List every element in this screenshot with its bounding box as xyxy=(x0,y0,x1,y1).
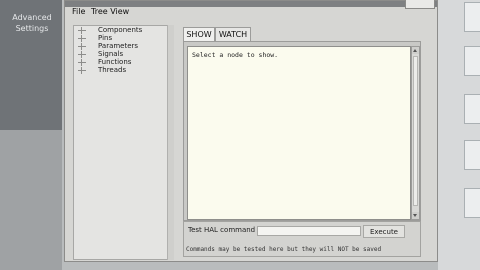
tree-expander-icon[interactable] xyxy=(77,27,87,34)
menu-tree-view[interactable]: Tree View xyxy=(91,7,129,16)
tree-item-pins[interactable]: Pins xyxy=(74,35,172,42)
tree-item-label: Signals xyxy=(98,50,124,58)
hal-show-window: File Tree View Components Pins Parameter… xyxy=(64,0,438,262)
execute-button[interactable]: Execute xyxy=(363,225,405,238)
tree-item-parameters[interactable]: Parameters xyxy=(74,43,172,50)
left-side-panel-lower xyxy=(0,130,62,270)
tree-item-components[interactable]: Components xyxy=(74,27,172,34)
tree-expander-icon[interactable] xyxy=(77,43,87,50)
toolbar-icon[interactable] xyxy=(464,188,480,218)
scroll-down-arrow-icon[interactable] xyxy=(412,212,419,219)
menu-bar: File Tree View xyxy=(65,7,437,19)
tree-item-signals[interactable]: Signals xyxy=(74,51,172,58)
left-side-panel: Advanced Settings xyxy=(0,0,62,130)
tree-item-label: Components xyxy=(98,26,143,34)
tree-scrollbar[interactable] xyxy=(167,25,174,260)
output-scrollbar[interactable] xyxy=(411,46,420,220)
command-label: Test HAL command : xyxy=(188,226,260,234)
tree-expander-icon[interactable] xyxy=(77,51,87,58)
tab-watch[interactable]: WATCH xyxy=(215,27,251,41)
scroll-thumb[interactable] xyxy=(413,56,418,206)
tree-panel: Components Pins Parameters Signals Funct… xyxy=(73,25,173,260)
command-input[interactable] xyxy=(257,226,361,236)
command-note: Commands may be tested here but they wil… xyxy=(186,246,382,253)
tree-expander-icon[interactable] xyxy=(77,35,87,42)
tree-item-functions[interactable]: Functions xyxy=(74,59,172,66)
tree-item-label: Threads xyxy=(98,66,127,74)
toolbar-icon[interactable] xyxy=(464,94,480,124)
tree-item-threads[interactable]: Threads xyxy=(74,67,172,74)
tree-expander-icon[interactable] xyxy=(77,67,87,74)
tree-item-label: Pins xyxy=(98,34,113,42)
tree-item-label: Parameters xyxy=(98,42,139,50)
advanced-settings-button[interactable]: Advanced Settings xyxy=(3,12,61,42)
tab-show[interactable]: SHOW xyxy=(183,27,215,41)
tree-expander-icon[interactable] xyxy=(77,59,87,66)
toolbar-icon[interactable] xyxy=(464,46,480,76)
scroll-up-arrow-icon[interactable] xyxy=(412,47,419,54)
menu-file[interactable]: File xyxy=(72,7,85,16)
right-side-toolbar xyxy=(438,0,480,270)
toolbar-icon[interactable] xyxy=(464,2,480,32)
output-text: Select a node to show. xyxy=(192,51,279,59)
tree-item-label: Functions xyxy=(98,58,132,66)
toolbar-icon[interactable] xyxy=(464,140,480,170)
output-text-area[interactable]: Select a node to show. xyxy=(187,46,411,220)
